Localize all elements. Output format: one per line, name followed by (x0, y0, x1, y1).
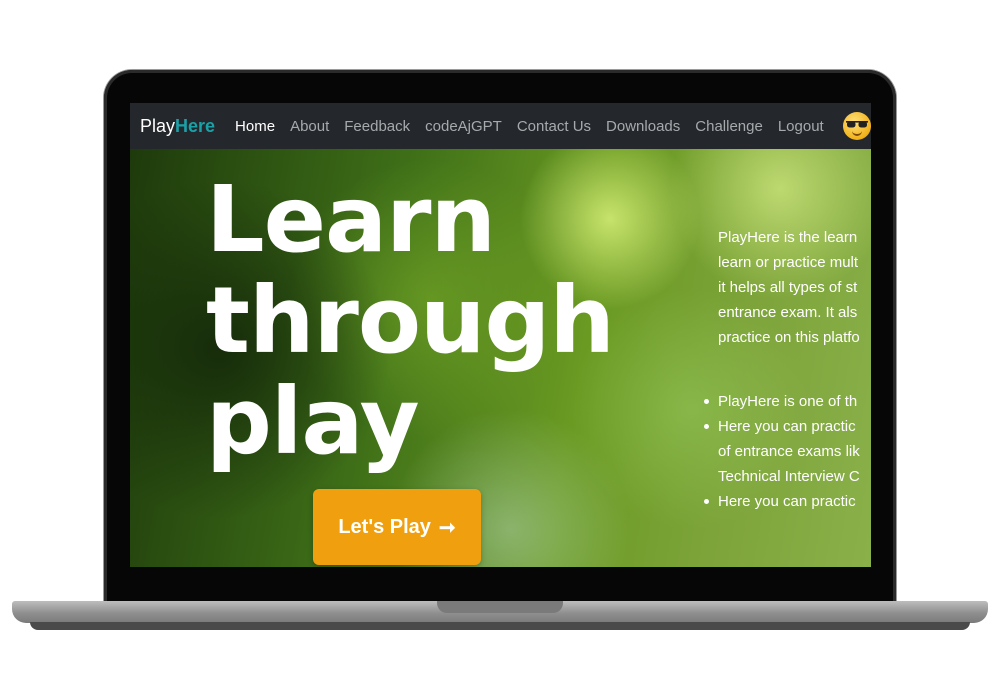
nav-item-feedback[interactable]: Feedback (344, 118, 410, 135)
hero-section: Learn through play Let's Play ➞ PlayHere… (130, 149, 871, 567)
feature-item: Here you can practic of entrance exams l… (700, 414, 860, 489)
sunglasses-emoji-icon[interactable] (843, 112, 871, 140)
laptop-notch (437, 601, 563, 613)
sunglasses-shape (846, 121, 868, 128)
nav-item-codeajgpt[interactable]: codeAjGPT (425, 118, 502, 135)
emoji-smile (852, 130, 862, 136)
brand-logo-here: Here (175, 115, 216, 136)
nav-item-home[interactable]: Home (235, 118, 275, 135)
arrow-right-icon: ➞ (438, 516, 456, 539)
feature-item: Here you can practic (700, 489, 860, 514)
feature-list: PlayHere is one of th Here you can pract… (700, 389, 860, 514)
laptop-screen: PlayHere Home About Feedback codeAjGPT C… (130, 103, 871, 567)
intro-line: practice on this platfo (718, 329, 860, 346)
intro-paragraph: PlayHere is the learn learn or practice … (718, 225, 871, 350)
hero-title: Learn through play (206, 166, 615, 475)
feature-item: PlayHere is one of th (700, 389, 860, 414)
lets-play-button[interactable]: Let's Play ➞ (313, 489, 481, 565)
feature-line: Here you can practic (718, 418, 856, 435)
laptop-base-shadow (30, 622, 970, 630)
feature-line: Technical Interview C (718, 468, 860, 485)
nav-item-logout[interactable]: Logout (778, 118, 824, 135)
nav-item-about[interactable]: About (290, 118, 329, 135)
laptop-mockup: PlayHere Home About Feedback codeAjGPT C… (0, 0, 1000, 700)
intro-line: PlayHere is the learn (718, 229, 858, 246)
intro-line: learn or practice mult (718, 254, 859, 271)
lets-play-label: Let's Play (338, 515, 431, 538)
feature-line: PlayHere is one of th (718, 393, 858, 410)
feature-line: Here you can practic (718, 493, 856, 510)
brand-logo-play: Play (140, 115, 176, 136)
navbar: PlayHere Home About Feedback codeAjGPT C… (130, 103, 871, 149)
nav-item-challenge[interactable]: Challenge (695, 118, 763, 135)
intro-line: it helps all types of st (718, 279, 858, 296)
hero-title-line: through (206, 267, 615, 374)
intro-line: entrance exam. It als (718, 304, 858, 321)
hero-title-line: Learn (206, 166, 496, 273)
nav-item-downloads[interactable]: Downloads (606, 118, 680, 135)
brand-logo[interactable]: PlayHere (140, 116, 215, 137)
hero-title-line: play (206, 368, 420, 475)
nav-item-contact-us[interactable]: Contact Us (517, 118, 591, 135)
feature-line: of entrance exams lik (718, 443, 860, 460)
